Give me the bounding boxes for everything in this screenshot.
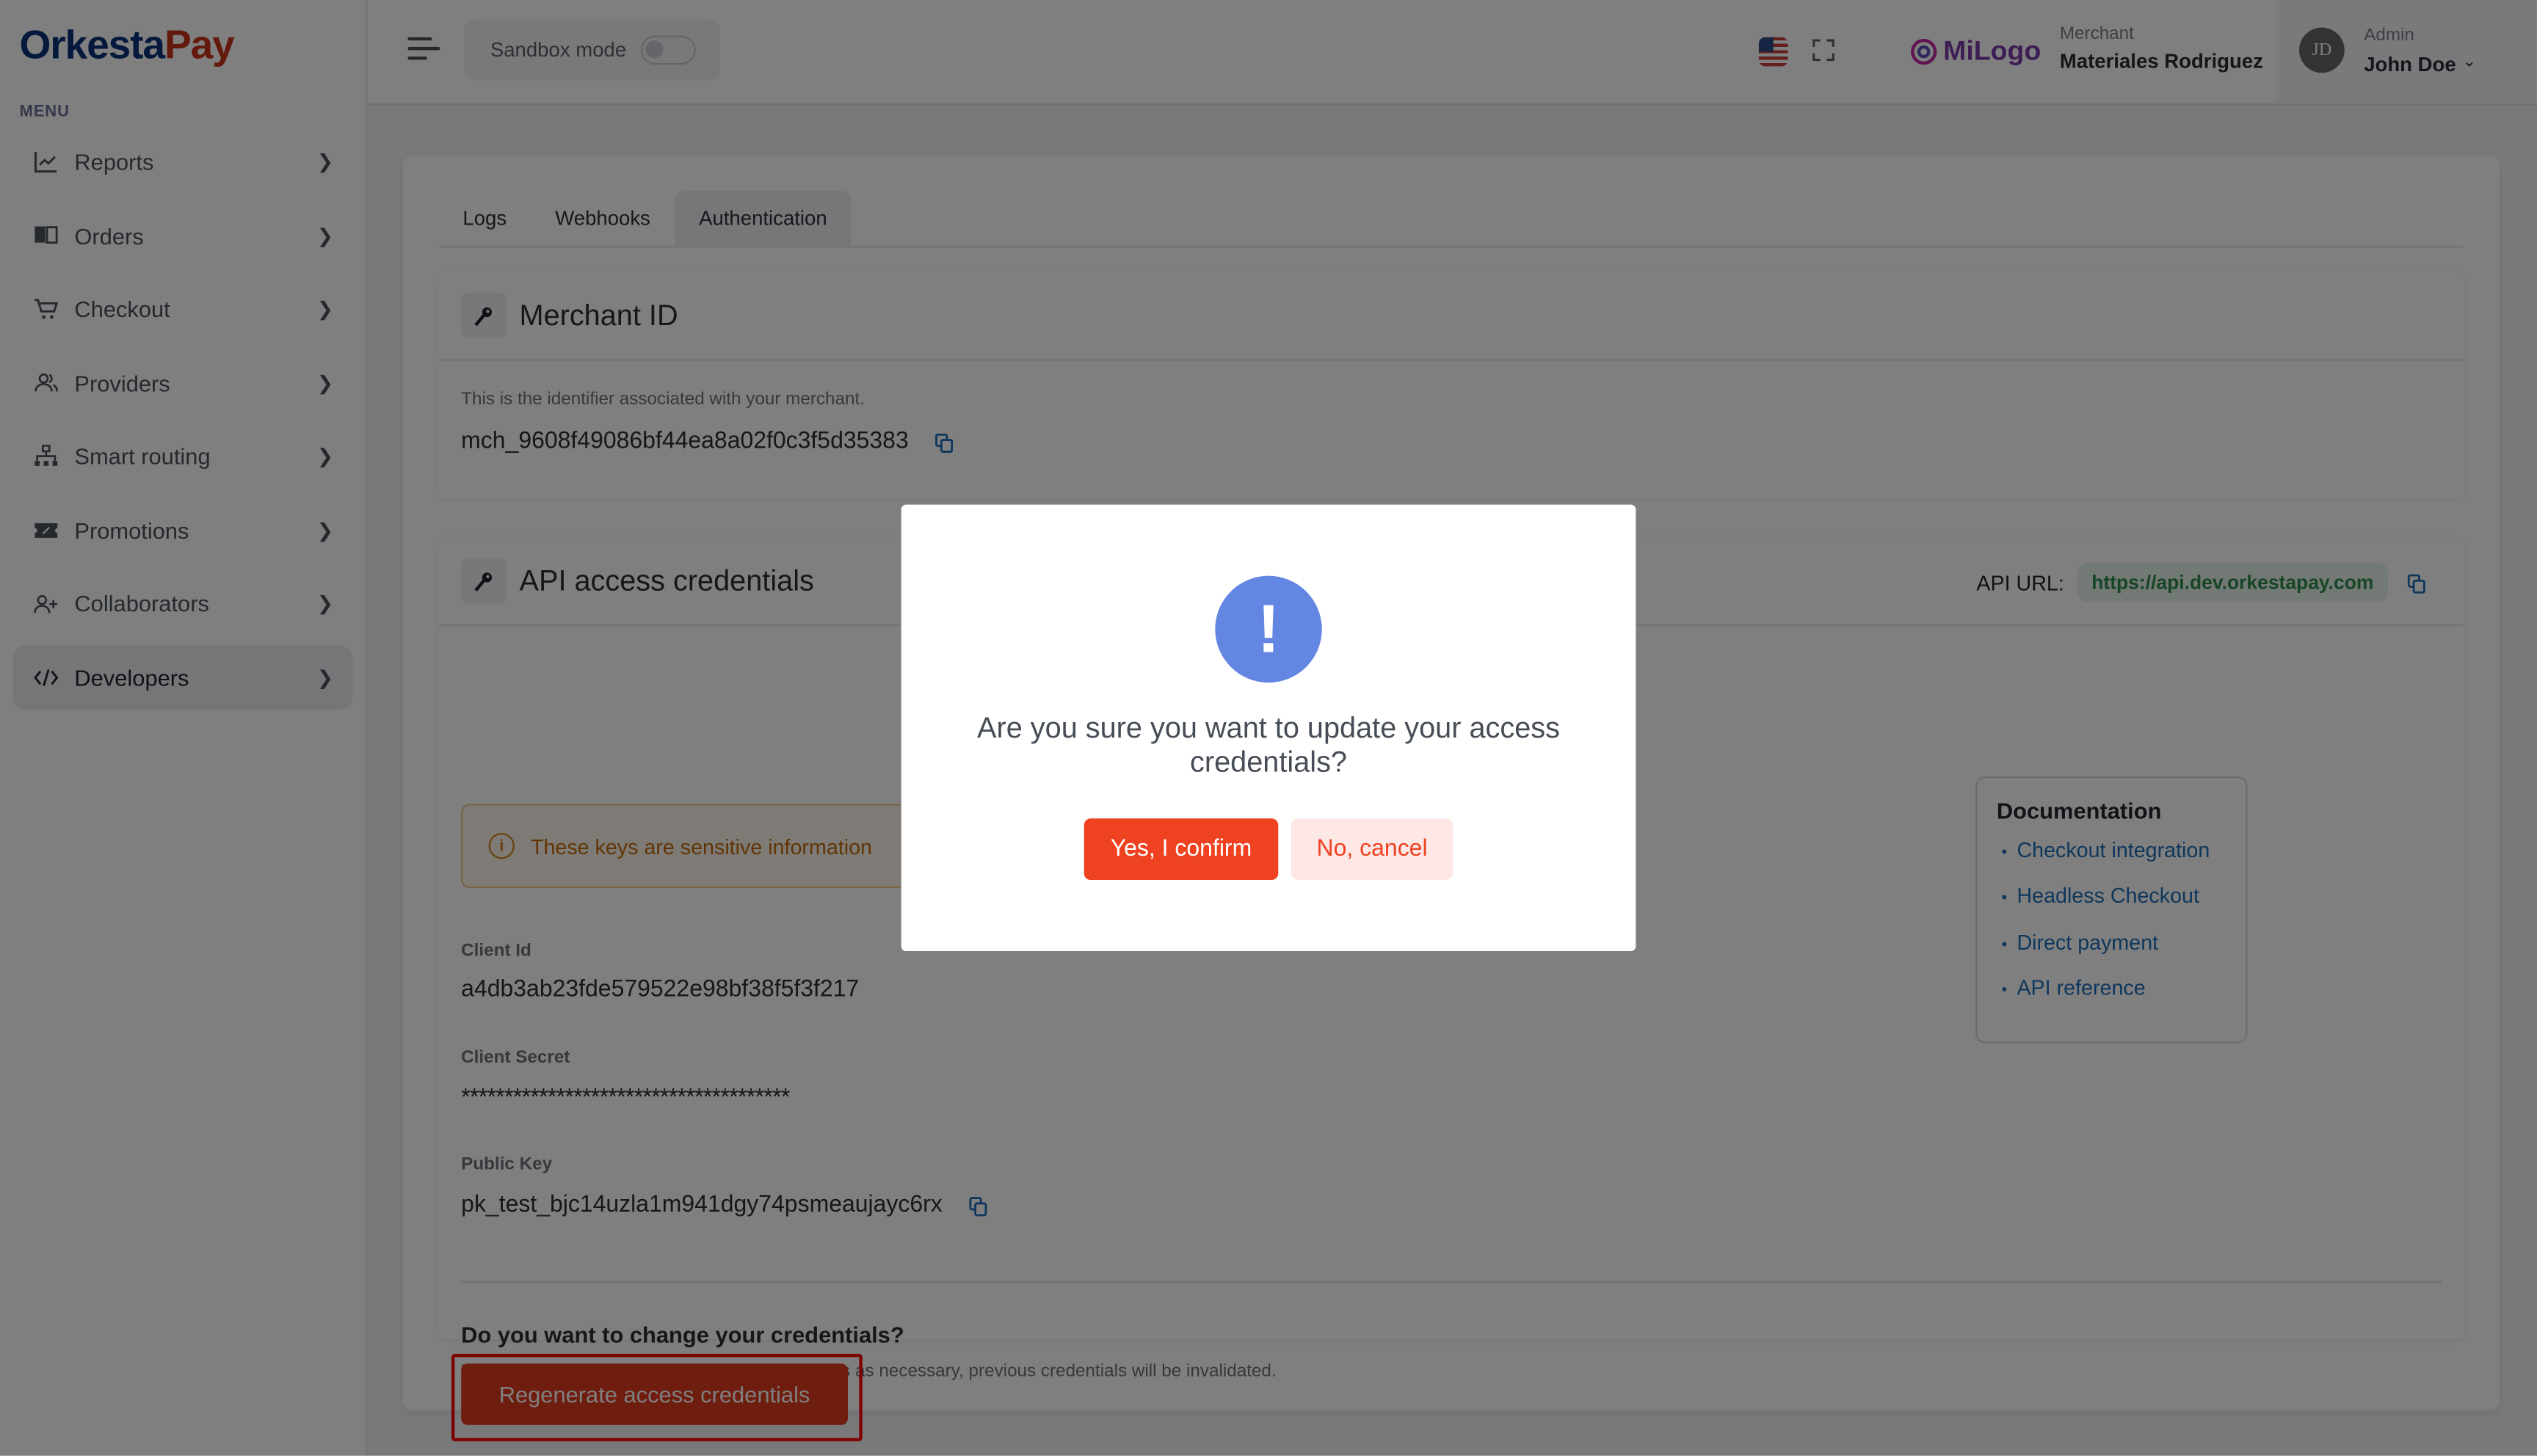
confirm-question: Are you sure you want to update your acc… <box>977 711 1560 779</box>
confirm-dialog: ! Are you sure you want to update your a… <box>901 504 1636 952</box>
cancel-button[interactable]: No, cancel <box>1291 818 1453 881</box>
confirm-button[interactable]: Yes, I confirm <box>1084 818 1279 881</box>
app-root: OrkestaPay MENU Reports ❯ Orders ❯ Check… <box>0 0 2537 1456</box>
exclamation-icon: ! <box>1215 575 1322 683</box>
